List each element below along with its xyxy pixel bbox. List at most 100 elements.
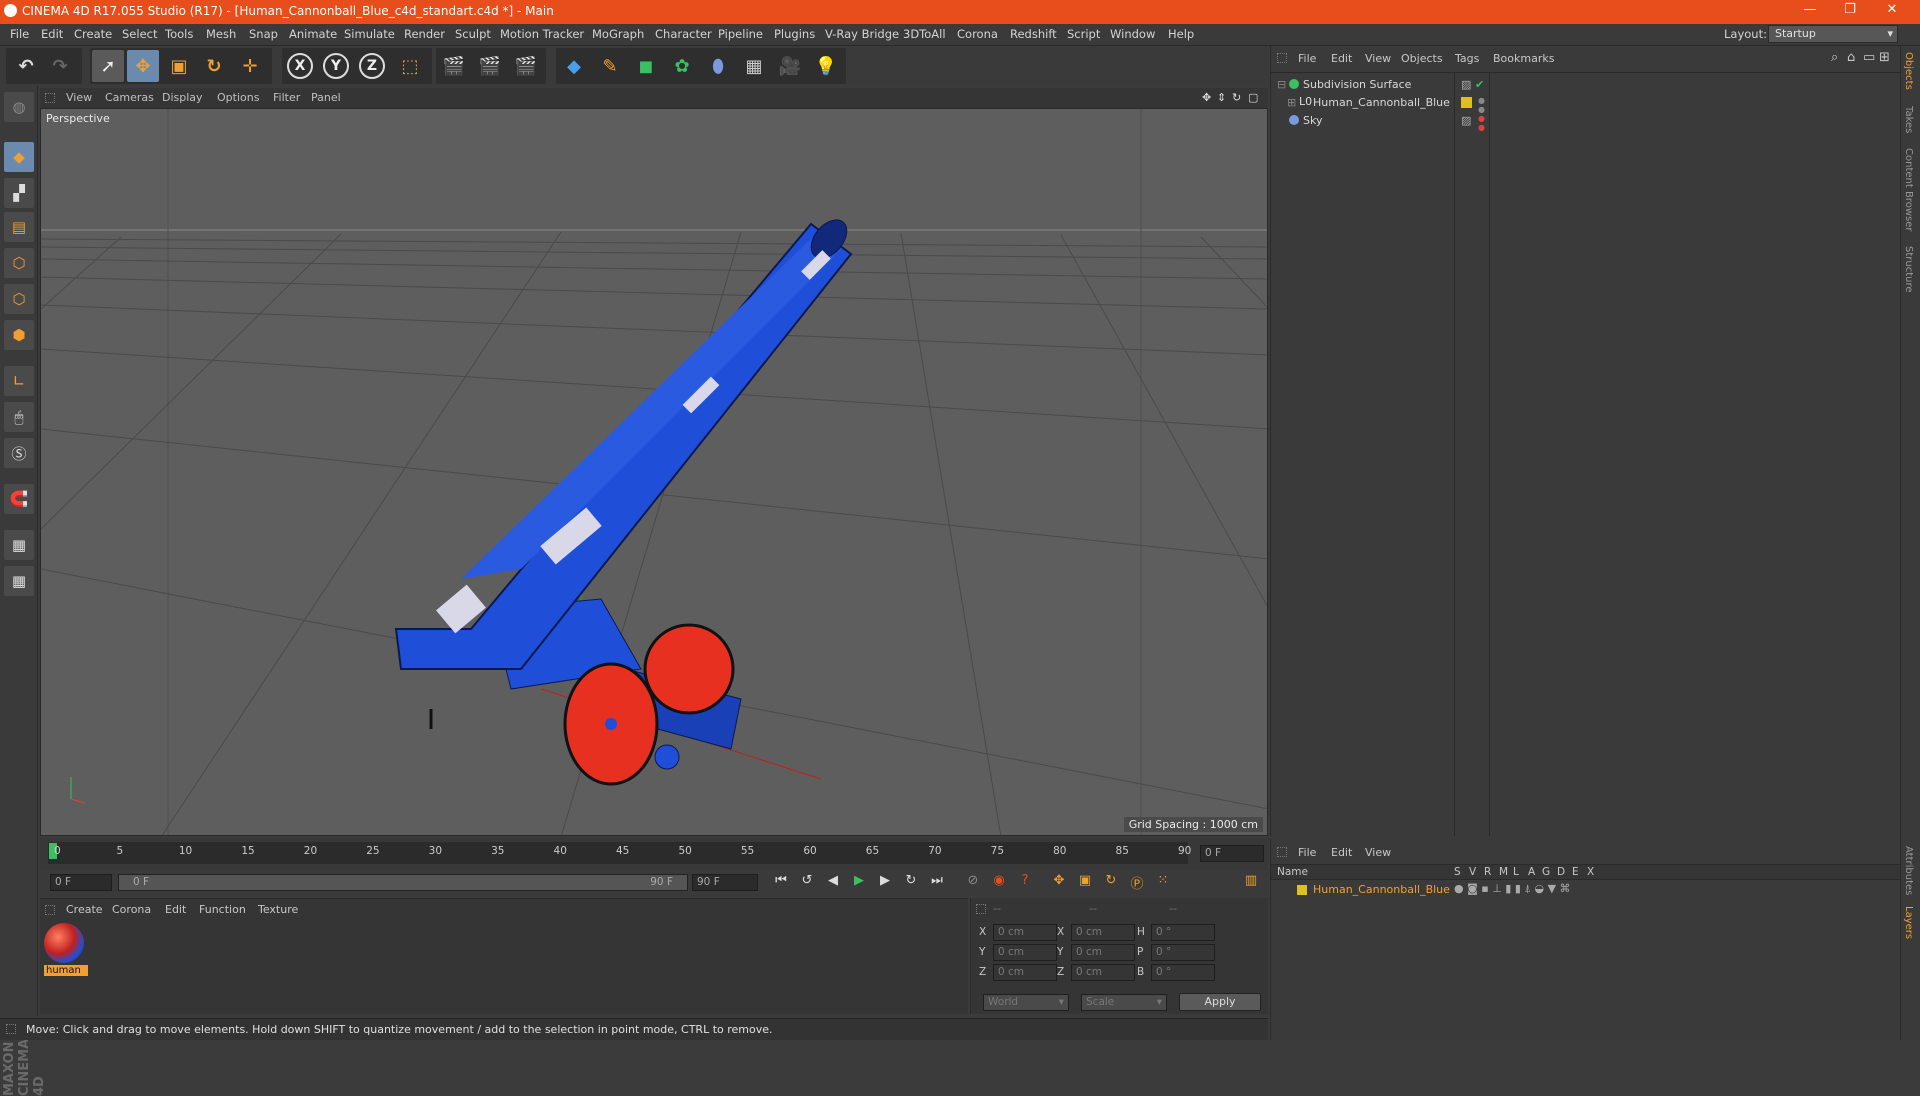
- material-menu-create[interactable]: Create: [66, 903, 103, 916]
- minimize-button[interactable]: —: [1790, 2, 1830, 17]
- mograph-cloner-icon[interactable]: ✿: [666, 50, 698, 82]
- render-view-icon[interactable]: 🎬: [438, 50, 470, 82]
- coord-value-field[interactable]: 0 °: [1151, 964, 1215, 981]
- redo-icon[interactable]: ↷: [44, 50, 76, 82]
- coord-value-field[interactable]: 0 °: [1151, 924, 1215, 941]
- material-swatch[interactable]: human: [44, 923, 88, 983]
- menu-vray-bridge[interactable]: V-Ray Bridge: [825, 27, 899, 41]
- z-axis-lock-button[interactable]: Z: [356, 50, 388, 82]
- coord-value-field[interactable]: 0 cm: [993, 964, 1057, 981]
- coord-value-field[interactable]: 0 cm: [993, 944, 1057, 961]
- tab-takes[interactable]: Takes: [1903, 106, 1914, 133]
- cube-primitive-icon[interactable]: ◆: [558, 50, 590, 82]
- viewport-nav-move-icon[interactable]: ✥: [1202, 91, 1211, 104]
- tab-structure[interactable]: Structure: [1903, 246, 1914, 293]
- visibility-dots-icon[interactable]: ● ●: [1478, 114, 1485, 132]
- end-frame-field[interactable]: 90 F: [692, 874, 758, 891]
- key-position-icon[interactable]: ✥: [1048, 873, 1070, 893]
- workplane-mode-icon[interactable]: ▤: [4, 212, 34, 242]
- floor-environment-icon[interactable]: ▦: [738, 50, 770, 82]
- move-tool-icon[interactable]: ✥: [127, 50, 159, 82]
- viewport-menu-display[interactable]: Display: [162, 91, 203, 104]
- menu-simulate[interactable]: Simulate: [344, 27, 395, 41]
- frame-range-slider[interactable]: 0 F 90 F: [118, 874, 688, 891]
- menu-file[interactable]: File: [10, 27, 29, 41]
- previous-frame-icon[interactable]: ◀: [822, 873, 844, 893]
- layer-menu-edit[interactable]: Edit: [1331, 846, 1352, 859]
- key-pla-icon[interactable]: ⁙: [1152, 873, 1174, 893]
- timeline-window-icon[interactable]: ▥: [1240, 873, 1262, 893]
- menu-mograph[interactable]: MoGraph: [592, 27, 644, 41]
- menu-help[interactable]: Help: [1168, 27, 1194, 41]
- menu-redshift[interactable]: Redshift: [1010, 27, 1057, 41]
- tab-attributes[interactable]: Attributes: [1903, 846, 1914, 895]
- render-settings-icon[interactable]: 🎬: [510, 50, 542, 82]
- material-menu-texture[interactable]: Texture: [258, 903, 298, 916]
- menu-sculpt[interactable]: Sculpt: [455, 27, 491, 41]
- tab-content-browser[interactable]: Content Browser: [1903, 148, 1914, 231]
- keyframe-selection-icon[interactable]: ?: [1014, 873, 1036, 893]
- menu-pipeline[interactable]: Pipeline: [718, 27, 763, 41]
- object-menu-objects[interactable]: Objects: [1401, 52, 1443, 65]
- menu-edit[interactable]: Edit: [41, 27, 63, 41]
- model-mode-icon[interactable]: ◆: [4, 142, 34, 172]
- rotate-tool-icon[interactable]: ↻: [198, 50, 230, 82]
- layer-menu-view[interactable]: View: [1365, 846, 1391, 859]
- size-mode-select[interactable]: Scale ▾: [1081, 994, 1167, 1011]
- light-bulb-icon[interactable]: 💡: [810, 50, 842, 82]
- scale-tool-icon[interactable]: ▣: [163, 50, 195, 82]
- collapse-icon[interactable]: ⊟: [1277, 78, 1286, 91]
- menu-snap[interactable]: Snap: [249, 27, 278, 41]
- tweak-mode-icon[interactable]: 🖱: [4, 402, 34, 432]
- material-menu-function[interactable]: Function: [199, 903, 246, 916]
- viewport-nav-rotate-icon[interactable]: ↻: [1232, 91, 1241, 104]
- key-parameter-icon[interactable]: Ⓟ: [1126, 873, 1148, 893]
- edges-mode-icon[interactable]: ⬡: [4, 284, 34, 314]
- locked-workplane-icon[interactable]: ▦: [4, 566, 34, 596]
- live-select-icon[interactable]: ✛: [234, 50, 266, 82]
- restore-button[interactable]: ❐: [1830, 2, 1870, 17]
- menu-script[interactable]: Script: [1067, 27, 1100, 41]
- close-button[interactable]: ✕: [1872, 2, 1912, 17]
- coord-value-field[interactable]: 0 °: [1151, 944, 1215, 961]
- axis-mode-icon[interactable]: ∟: [4, 366, 34, 396]
- snap-settings-icon[interactable]: Ⓢ: [4, 438, 34, 468]
- x-axis-lock-button[interactable]: X: [284, 50, 316, 82]
- menu-tools[interactable]: Tools: [165, 27, 193, 41]
- layer-row[interactable]: Human_Cannonball_Blue ● ◙ ▪ ⊥ ▮ ▮ ⍋ ◒ ▼ …: [1271, 882, 1901, 898]
- viewport-menu-view[interactable]: View: [66, 91, 92, 104]
- menu-animate[interactable]: Animate: [289, 27, 337, 41]
- object-row-sky[interactable]: Sky ▨ ● ●: [1275, 112, 1897, 132]
- material-menu-corona[interactable]: Corona: [112, 903, 151, 916]
- menu-mesh[interactable]: Mesh: [206, 27, 236, 41]
- coord-value-field[interactable]: 0 cm: [1071, 924, 1135, 941]
- render-picture-viewer-icon[interactable]: 🎬: [474, 50, 506, 82]
- undo-icon[interactable]: ↶: [10, 50, 42, 82]
- y-axis-lock-button[interactable]: Y: [320, 50, 352, 82]
- viewport-menu-filter[interactable]: Filter: [273, 91, 300, 104]
- object-menu-file[interactable]: File: [1298, 52, 1316, 65]
- object-menu-bookmarks[interactable]: Bookmarks: [1493, 52, 1554, 65]
- select-arrow-icon[interactable]: ➚: [92, 50, 124, 82]
- object-row-subdivision[interactable]: ⊟ Subdivision Surface ▨ ✔: [1275, 76, 1897, 94]
- autokey-icon[interactable]: ◉: [988, 873, 1010, 893]
- menu-motion-tracker[interactable]: Motion Tracker: [500, 27, 584, 41]
- previous-key-icon[interactable]: ↺: [796, 873, 818, 893]
- timeline-ruler[interactable]: 0 5 10 15 20 25 30 35 40 45 50 55 60 65 70 75 80 85 90 0 F: [40, 838, 1268, 870]
- coordinate-system-icon[interactable]: ⬚: [394, 50, 426, 82]
- viewport-menu-panel[interactable]: Panel: [311, 91, 341, 104]
- viewport-maximize-icon[interactable]: ▢: [1248, 91, 1258, 104]
- material-menu-edit[interactable]: Edit: [165, 903, 186, 916]
- object-row-cannonball[interactable]: ⊞ L0 Human_Cannonball_Blue ● ●: [1275, 94, 1897, 114]
- layer-color-swatch[interactable]: [1461, 97, 1472, 108]
- workplane-lock-icon[interactable]: ▦: [4, 530, 34, 560]
- magnet-icon[interactable]: 🧲: [4, 484, 34, 514]
- new-window-icon[interactable]: ▭: [1863, 50, 1875, 65]
- menu-select[interactable]: Select: [122, 27, 157, 41]
- menu-render[interactable]: Render: [404, 27, 445, 41]
- next-frame-icon[interactable]: ▶: [874, 873, 896, 893]
- subdivision-generator-icon[interactable]: ◼: [630, 50, 662, 82]
- viewport-menu-options[interactable]: Options: [217, 91, 259, 104]
- viewport-perspective[interactable]: Perspective Grid Spacing : 1000 cm: [40, 108, 1268, 836]
- home-icon[interactable]: ⌂: [1847, 50, 1855, 65]
